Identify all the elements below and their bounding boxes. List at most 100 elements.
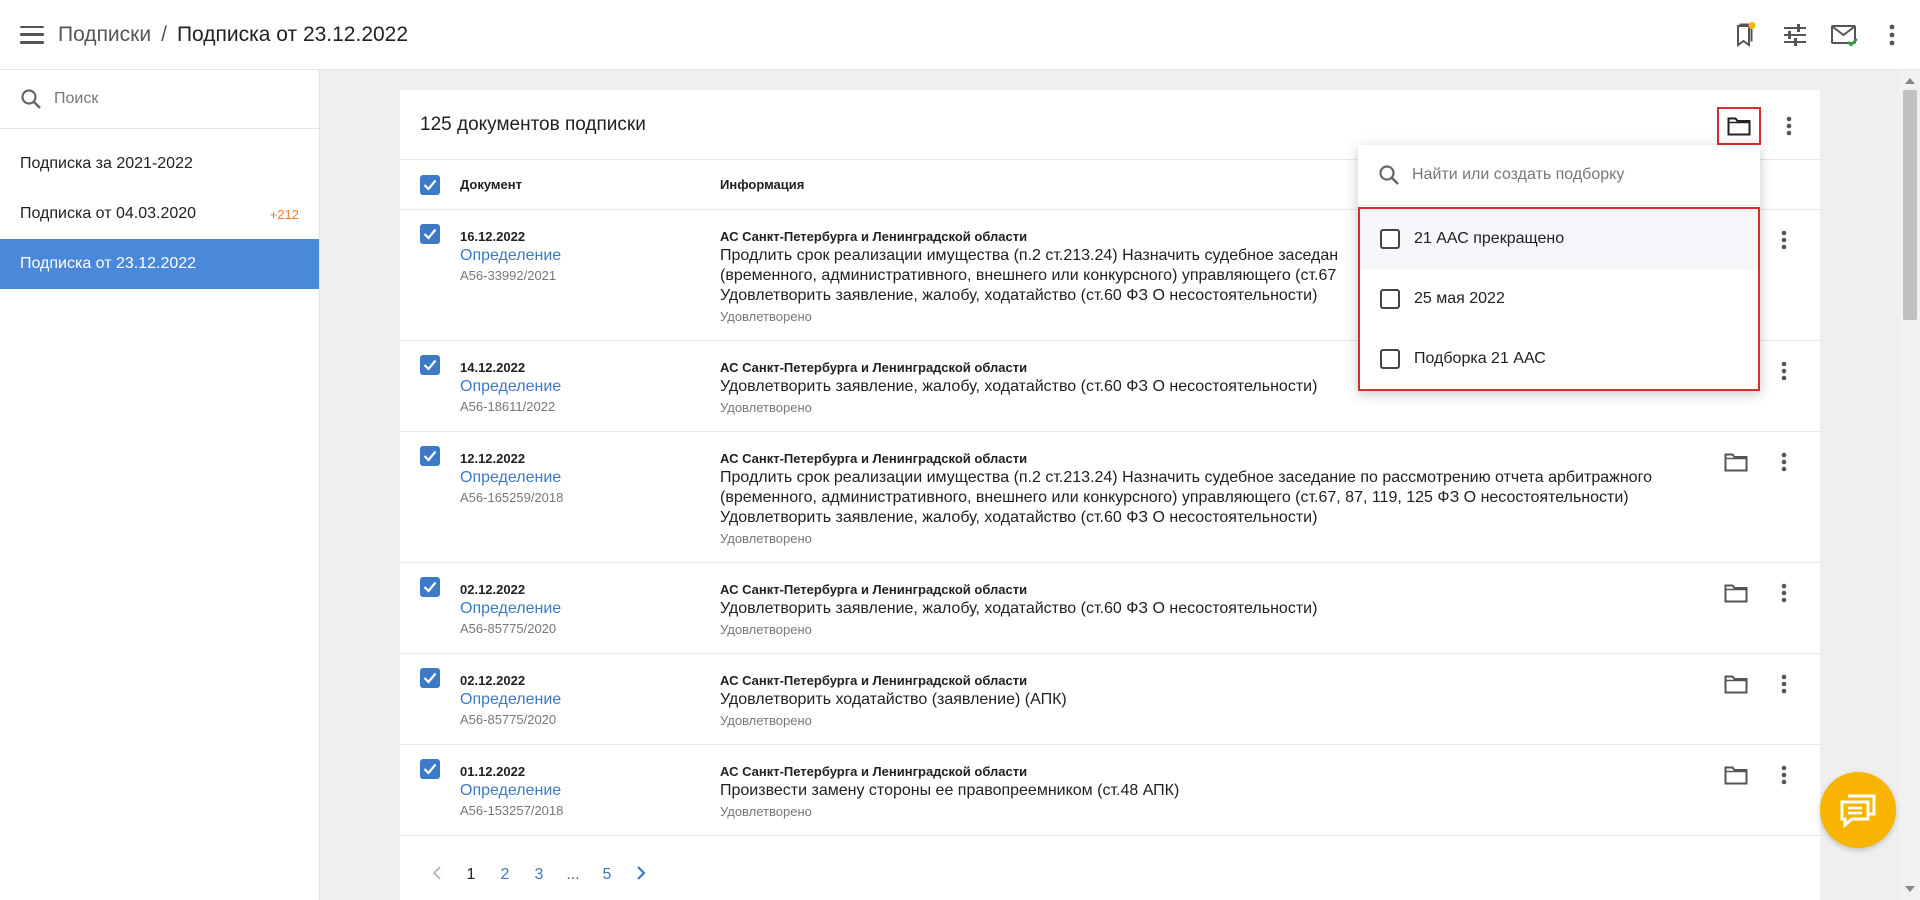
collection-list: 21 ААС прекращено 25 мая 2022 Подборка 2…: [1358, 207, 1760, 391]
collection-checkbox[interactable]: [1380, 229, 1400, 249]
select-all-checkbox[interactable]: [420, 174, 440, 195]
decision-status: Удовлетворено: [720, 804, 812, 819]
case-number: А56-85775/2020: [460, 712, 557, 727]
collection-item-label: 25 мая 2022: [1414, 290, 1505, 307]
prev-page-icon[interactable]: [420, 865, 454, 886]
column-header-document: Документ: [460, 177, 522, 192]
folder-icon: [1724, 453, 1748, 472]
breadcrumb-separator: /: [161, 22, 167, 46]
row-more-vert-icon[interactable]: [1760, 664, 1808, 704]
sidebar-search-input[interactable]: [54, 90, 294, 108]
collection-dropdown: 21 ААС прекращено 25 мая 2022 Подборка 2…: [1358, 145, 1760, 391]
court-name: АС Санкт-Петербурга и Ленинградской обла…: [720, 451, 1028, 466]
add-to-collection-button[interactable]: [1717, 107, 1761, 145]
info-line: (временного, административного, внешнего…: [720, 489, 1629, 506]
sidebar-item-subscription-2021-2022[interactable]: Подписка за 2021-2022: [0, 139, 319, 189]
page-1[interactable]: 1: [454, 866, 488, 884]
row-more-vert-icon[interactable]: [1760, 755, 1808, 795]
document-type-link[interactable]: Определение: [460, 377, 720, 397]
page-scrollbar[interactable]: [1900, 70, 1920, 900]
table-row[interactable]: 02.12.2022 Определение А56-85775/2020 АС…: [400, 654, 1820, 745]
chat-icon: [1840, 794, 1876, 828]
info-line: Удовлетворить заявление, жалобу, ходатай…: [720, 509, 1318, 526]
document-date: 16.12.2022: [460, 229, 526, 244]
document-type-link[interactable]: Определение: [460, 599, 720, 619]
collection-item[interactable]: 21 ААС прекращено: [1360, 209, 1758, 269]
sidebar-item-label: Подписка от 04.03.2020: [20, 205, 197, 222]
row-add-to-collection-button[interactable]: [1712, 573, 1760, 613]
document-date: 12.12.2022: [460, 451, 526, 466]
more-vert-icon[interactable]: [1870, 10, 1914, 60]
row-more-vert-icon[interactable]: [1760, 220, 1808, 260]
document-type-link[interactable]: Определение: [460, 690, 720, 710]
folder-icon: [1724, 675, 1748, 694]
table-row[interactable]: 02.12.2022 Определение А56-85775/2020 АС…: [400, 563, 1820, 654]
card-more-vert-icon[interactable]: [1770, 107, 1808, 145]
row-checkbox[interactable]: [420, 759, 440, 779]
row-add-to-collection-button[interactable]: [1712, 442, 1760, 482]
sidebar: Подписка за 2021-2022 Подписка от 04.03.…: [0, 70, 320, 900]
sidebar-item-label: Подписка от 23.12.2022: [20, 255, 197, 272]
sidebar-item-subscription-23-12-2022[interactable]: Подписка от 23.12.2022: [0, 239, 319, 289]
document-type-link[interactable]: Определение: [460, 246, 720, 266]
scroll-down-arrow-icon[interactable]: [1905, 886, 1915, 892]
sidebar-search: [0, 70, 319, 129]
breadcrumb: Подписки / Подписка от 23.12.2022: [58, 23, 408, 47]
row-checkbox[interactable]: [420, 577, 440, 597]
collection-item-label: Подборка 21 ААС: [1414, 350, 1546, 367]
court-name: АС Санкт-Петербурга и Ленинградской обла…: [720, 764, 1028, 779]
mail-check-icon[interactable]: [1820, 10, 1870, 60]
table-row[interactable]: 01.12.2022 Определение А56-153257/2018 А…: [400, 745, 1820, 836]
scrollbar-thumb[interactable]: [1903, 90, 1917, 320]
row-more-vert-icon[interactable]: [1760, 573, 1808, 613]
document-type-link[interactable]: Определение: [460, 781, 720, 801]
court-name: АС Санкт-Петербурга и Ленинградской обла…: [720, 673, 1028, 688]
row-checkbox[interactable]: [420, 224, 440, 244]
page-title: Подписка от 23.12.2022: [176, 22, 409, 46]
folder-icon: [1727, 117, 1751, 136]
collection-checkbox[interactable]: [1380, 349, 1400, 369]
folder-icon: [1724, 584, 1748, 603]
row-add-to-collection-button[interactable]: [1712, 664, 1760, 704]
page-5[interactable]: 5: [590, 866, 624, 884]
decision-status: Удовлетворено: [720, 622, 812, 637]
filter-settings-icon[interactable]: [1770, 10, 1820, 60]
documents-count-title: 125 документов подписки: [420, 113, 646, 135]
page-2[interactable]: 2: [488, 866, 522, 884]
court-name: АС Санкт-Петербурга и Ленинградской обла…: [720, 582, 1028, 597]
pagination: 1 2 3 ... 5: [400, 850, 1820, 900]
search-icon: [21, 89, 41, 109]
info-line: Продлить срок реализации имущества (п.2 …: [720, 469, 1652, 486]
page-3[interactable]: 3: [522, 866, 556, 884]
chat-button[interactable]: [1820, 772, 1896, 848]
info-line: Удовлетворить ходатайство (заявление) (А…: [720, 691, 1067, 708]
collection-checkbox[interactable]: [1380, 289, 1400, 309]
document-date: 02.12.2022: [460, 582, 526, 597]
collection-item[interactable]: 25 мая 2022: [1360, 269, 1758, 329]
next-page-icon[interactable]: [624, 865, 658, 886]
new-count-badge: +212: [269, 206, 299, 222]
decision-status: Удовлетворено: [720, 400, 812, 415]
collection-item[interactable]: Подборка 21 ААС: [1360, 329, 1758, 389]
row-more-vert-icon[interactable]: [1760, 351, 1808, 391]
row-more-vert-icon[interactable]: [1760, 442, 1808, 482]
row-checkbox[interactable]: [420, 446, 440, 466]
bookmarks-icon[interactable]: [1720, 10, 1770, 60]
case-number: А56-153257/2018: [460, 803, 564, 818]
top-bar: Подписки / Подписка от 23.12.2022: [0, 0, 1920, 70]
sidebar-item-subscription-04-03-2020[interactable]: Подписка от 04.03.2020 +212: [0, 189, 319, 239]
breadcrumb-root-link[interactable]: Подписки: [58, 23, 151, 47]
document-type-link[interactable]: Определение: [460, 468, 720, 488]
case-number: А56-18611/2022: [460, 399, 556, 414]
row-checkbox[interactable]: [420, 668, 440, 688]
table-row[interactable]: 12.12.2022 Определение А56-165259/2018 А…: [400, 432, 1820, 563]
page-ellipsis: ...: [566, 866, 580, 883]
decision-status: Удовлетворено: [720, 531, 812, 546]
collection-search-input[interactable]: [1412, 166, 1732, 184]
hamburger-menu-icon[interactable]: [20, 25, 44, 44]
row-add-to-collection-button[interactable]: [1712, 755, 1760, 795]
collection-item-label: 21 ААС прекращено: [1414, 230, 1565, 247]
subscription-list: Подписка за 2021-2022 Подписка от 04.03.…: [0, 129, 319, 289]
scroll-up-arrow-icon[interactable]: [1905, 78, 1915, 84]
row-checkbox[interactable]: [420, 355, 440, 375]
